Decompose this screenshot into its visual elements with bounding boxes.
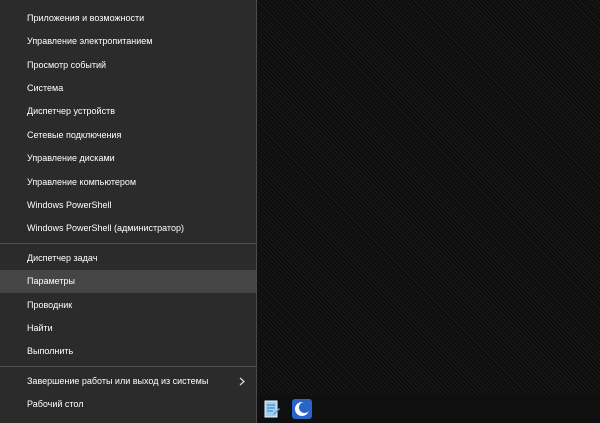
menu-item-shutdown-or-sign-out[interactable]: Завершение работы или выход из системы	[0, 370, 256, 393]
app-crescent-icon[interactable]	[291, 398, 313, 420]
menu-item-search[interactable]: Найти	[0, 317, 256, 340]
notepad-icon[interactable]	[260, 398, 282, 420]
menu-item-powershell-admin[interactable]: Windows PowerShell (администратор)	[0, 217, 256, 240]
menu-item-event-viewer[interactable]: Просмотр событий	[0, 54, 256, 77]
winx-context-menu: Приложения и возможности Управление элек…	[0, 0, 257, 423]
menu-item-task-manager[interactable]: Диспетчер задач	[0, 247, 256, 270]
menu-item-settings[interactable]: Параметры	[0, 270, 256, 293]
menu-item-powershell[interactable]: Windows PowerShell	[0, 194, 256, 217]
taskbar	[257, 395, 600, 423]
menu-separator	[0, 366, 256, 367]
menu-item-system[interactable]: Система	[0, 77, 256, 100]
menu-item-device-manager[interactable]: Диспетчер устройств	[0, 100, 256, 123]
menu-item-run[interactable]: Выполнить	[0, 340, 256, 363]
menu-item-power-options[interactable]: Управление электропитанием	[0, 30, 256, 53]
menu-item-file-explorer[interactable]: Проводник	[0, 294, 256, 317]
menu-item-computer-management[interactable]: Управление компьютером	[0, 171, 256, 194]
chevron-right-icon	[239, 377, 245, 386]
menu-item-disk-management[interactable]: Управление дисками	[0, 147, 256, 170]
menu-item-network-connections[interactable]: Сетевые подключения	[0, 124, 256, 147]
menu-item-desktop[interactable]: Рабочий стол	[0, 393, 256, 416]
menu-separator	[0, 243, 256, 244]
menu-item-apps-and-features[interactable]: Приложения и возможности	[0, 7, 256, 30]
menu-item-label: Завершение работы или выход из системы	[27, 376, 209, 386]
